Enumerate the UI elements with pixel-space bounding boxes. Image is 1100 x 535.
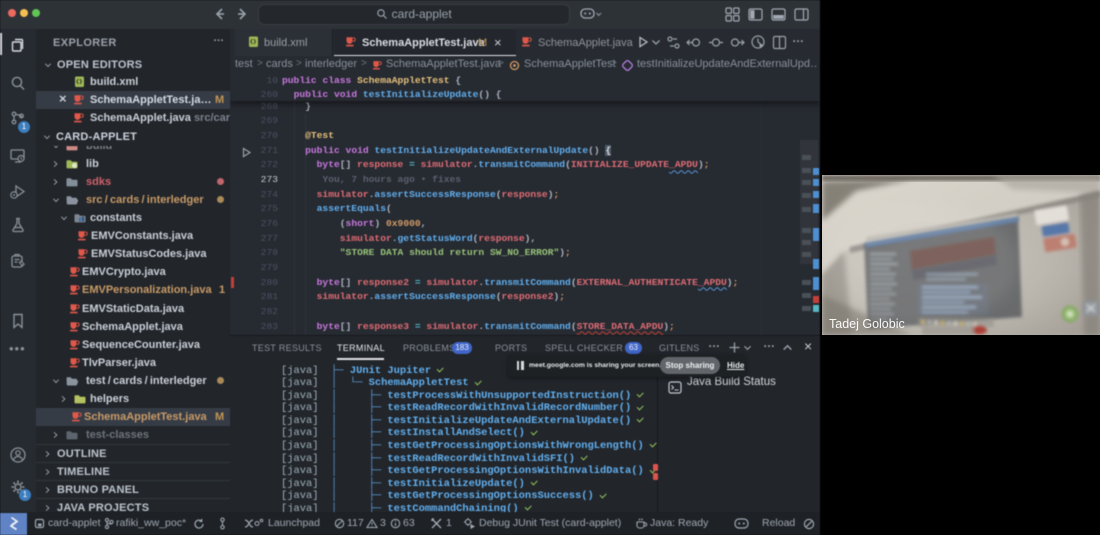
svg-text:Tadej Golobic: Tadej Golobic xyxy=(829,317,905,331)
